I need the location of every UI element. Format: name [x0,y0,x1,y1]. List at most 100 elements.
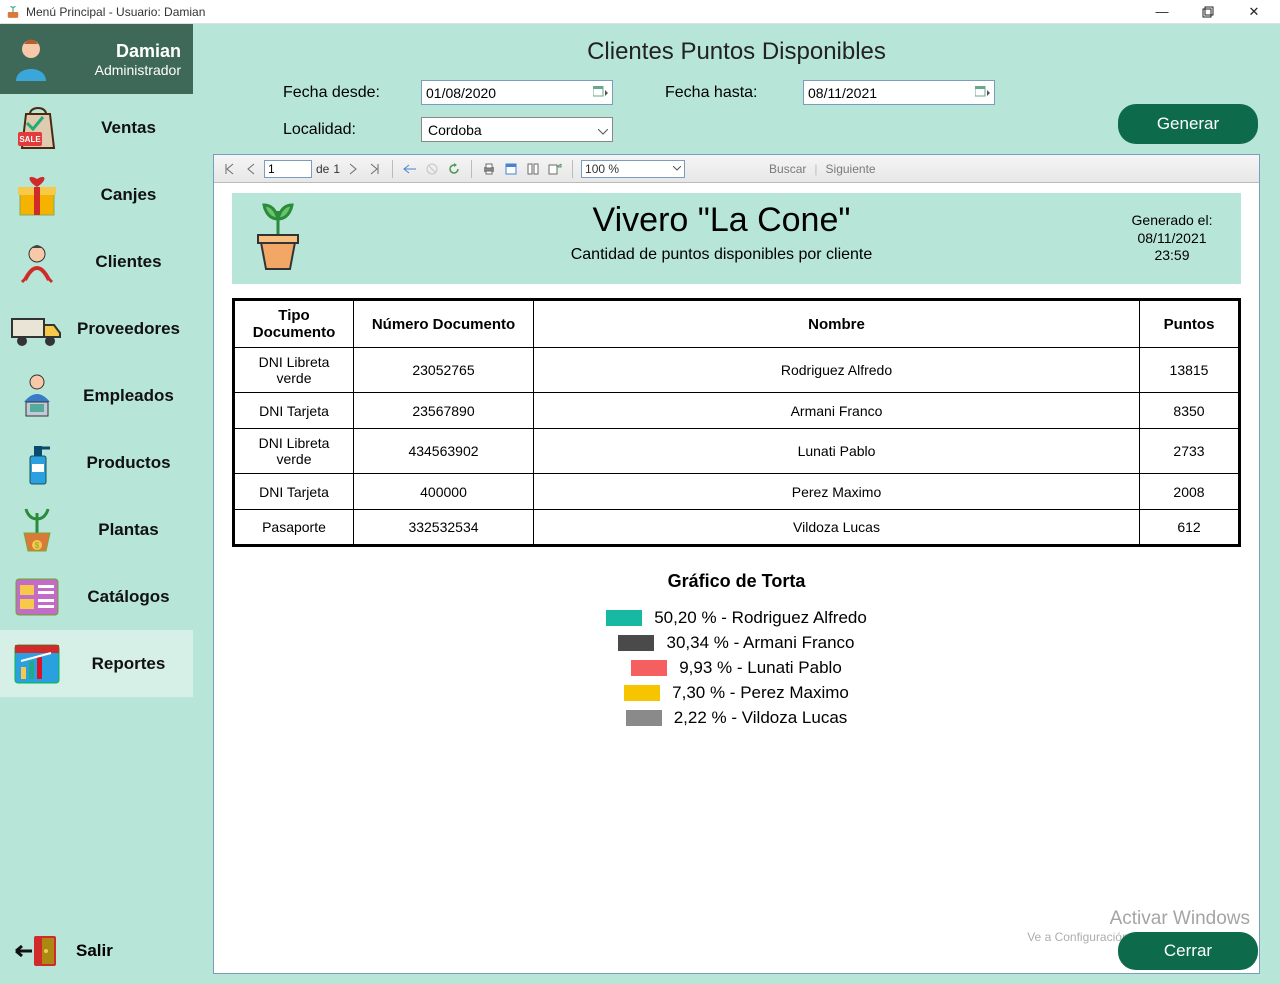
legend-item: 50,20 % - Rodriguez Alfredo [606,608,867,628]
locality-value: Cordoba [428,122,482,138]
table-header: Nombre [534,300,1140,348]
table-header: Puntos [1140,300,1240,348]
sidebar-item-catalogos[interactable]: Catálogos [0,563,193,630]
table-header: Número Documento [354,300,534,348]
to-date-input[interactable]: 08/11/2021 [803,80,995,105]
report-page: Vivero "La Cone" Cantidad de puntos disp… [214,183,1259,973]
table-cell: Perez Maximo [534,474,1140,510]
spray-bottle-icon [8,437,66,489]
app-icon [6,5,20,19]
from-date-label: Fecha desde: [283,84,403,102]
sidebar-item-label: Catálogos [76,587,181,607]
exit-button[interactable]: Salir [0,918,193,984]
to-date-value: 08/11/2021 [808,85,877,101]
user-name: Damian [60,41,181,62]
from-date-value: 01/08/2020 [426,85,496,101]
exit-label: Salir [76,941,113,961]
page-title: Clientes Puntos Disponibles [213,38,1260,66]
chevron-down-icon [598,122,608,138]
generate-button[interactable]: Generar [1118,104,1258,144]
sidebar-item-label: Canjes [76,185,181,205]
prev-page-icon[interactable] [242,160,260,178]
legend-label: 50,20 % - Rodriguez Alfredo [654,608,867,628]
table-cell: DNI Tarjeta [234,474,354,510]
legend-label: 30,34 % - Armani Franco [666,633,854,653]
legend-swatch [606,610,642,626]
table-cell: 2008 [1140,474,1240,510]
find-next-label[interactable]: Siguiente [826,162,876,176]
pie-legend: 50,20 % - Rodriguez Alfredo 30,34 % - Arm… [232,608,1241,728]
legend-item: 7,30 % - Perez Maximo [624,683,849,703]
sidebar-item-label: Clientes [76,252,181,272]
chart-title: Gráfico de Torta [232,571,1241,592]
legend-swatch [618,635,654,651]
export-icon[interactable] [546,160,564,178]
exit-icon [12,932,60,970]
table-cell: 400000 [354,474,534,510]
maximize-button[interactable] [1186,1,1230,23]
table-cell: 2733 [1140,429,1240,474]
sidebar-item-label: Proveedores [76,319,181,339]
next-page-icon[interactable] [344,160,362,178]
print-icon[interactable] [480,160,498,178]
table-row: DNI Libreta verde23052765Rodriguez Alfre… [234,348,1240,393]
from-date-input[interactable]: 01/08/2020 [421,80,613,105]
legend-label: 2,22 % - Vildoza Lucas [674,708,848,728]
report-title: Vivero "La Cone" [326,201,1117,240]
print-layout-icon[interactable] [502,160,520,178]
sidebar-item-label: Ventas [76,118,181,138]
sidebar-item-clientes[interactable]: Clientes [0,228,193,295]
employee-icon [8,370,66,422]
user-role: Administrador [60,62,181,78]
sale-bag-icon: SALE [8,102,66,154]
minimize-button[interactable]: — [1140,1,1184,23]
page-setup-icon[interactable] [524,160,542,178]
sidebar-item-canjes[interactable]: Canjes [0,161,193,228]
table-cell: 23052765 [354,348,534,393]
page-number-input[interactable] [264,160,312,178]
table-cell: 332532534 [354,510,534,546]
table-cell: Rodriguez Alfredo [534,348,1140,393]
calendar-dropdown-icon[interactable] [592,84,610,102]
find-label[interactable]: Buscar [769,162,806,176]
viewer-toolbar: de 1 100 % Buscar [214,155,1259,183]
close-window-button[interactable]: ✕ [1232,1,1276,23]
refresh-icon[interactable] [445,160,463,178]
zoom-select[interactable]: 100 % [581,160,685,178]
sidebar-item-proveedores[interactable]: Proveedores [0,295,193,362]
table-cell: 8350 [1140,393,1240,429]
sidebar-item-plantas[interactable]: $ Plantas [0,496,193,563]
sidebar-item-ventas[interactable]: SALE Ventas [0,94,193,161]
legend-swatch [624,685,660,701]
generated-label: Generado el: [1117,212,1227,230]
gift-icon [8,169,66,221]
plant-pot-icon [246,201,326,276]
customer-icon [8,236,66,288]
table-row: DNI Tarjeta400000Perez Maximo2008 [234,474,1240,510]
table-header: Tipo Documento [234,300,354,348]
sidebar-item-productos[interactable]: Productos [0,429,193,496]
locality-select[interactable]: Cordoba [421,117,613,142]
table-cell: DNI Libreta verde [234,348,354,393]
sidebar-item-empleados[interactable]: Empleados [0,362,193,429]
calendar-dropdown-icon[interactable] [974,84,992,102]
table-cell: DNI Tarjeta [234,393,354,429]
user-block: Damian Administrador [0,24,193,94]
sidebar: Damian Administrador SALE Ventas Canjes … [0,24,193,984]
stop-icon[interactable] [423,160,441,178]
close-button[interactable]: Cerrar [1118,932,1258,970]
window-title: Menú Principal - Usuario: Damian [26,5,205,19]
first-page-icon[interactable] [220,160,238,178]
legend-label: 7,30 % - Perez Maximo [672,683,849,703]
back-icon[interactable] [401,160,419,178]
catalog-icon [8,571,66,623]
locality-label: Localidad: [283,121,403,139]
table-cell: 434563902 [354,429,534,474]
legend-label: 9,93 % - Lunati Pablo [679,658,842,678]
last-page-icon[interactable] [366,160,384,178]
page-total: 1 [333,162,340,176]
svg-text:$: $ [35,541,40,550]
svg-text:SALE: SALE [19,135,41,144]
sidebar-item-reportes[interactable]: Reportes [0,630,193,697]
table-cell: Armani Franco [534,393,1140,429]
